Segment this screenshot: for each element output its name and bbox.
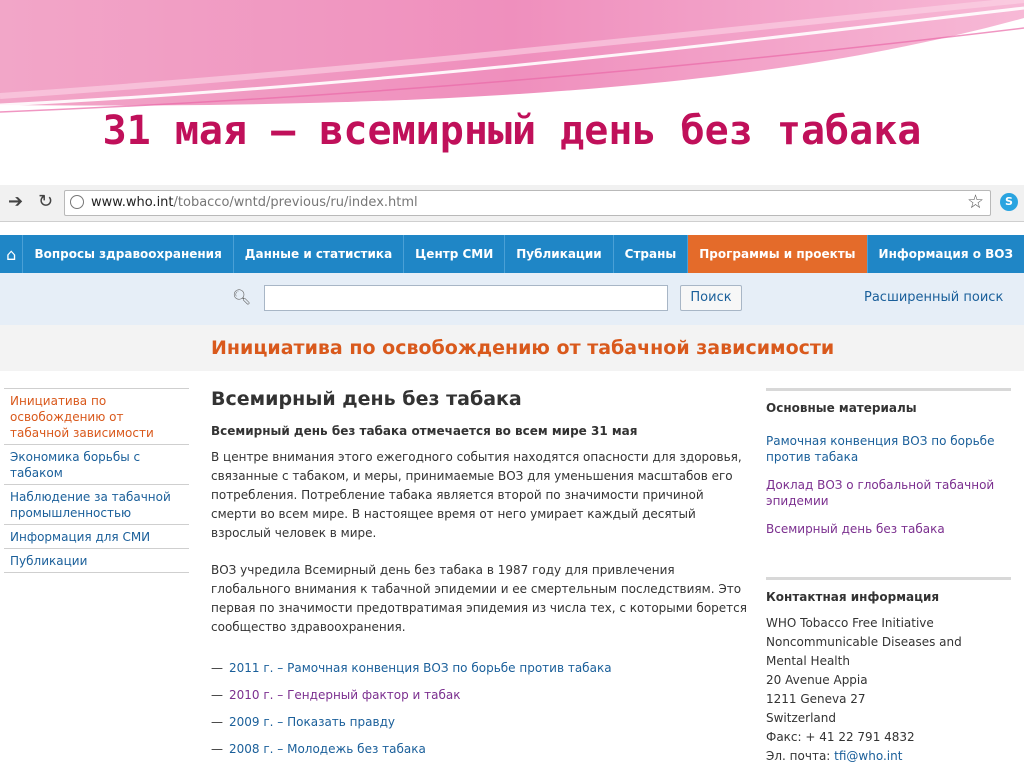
list-item: —2008 г. – Молодежь без табака [211, 742, 426, 756]
back-arrow-icon[interactable]: ➔ [8, 192, 23, 212]
sidebar: Инициатива по освобождению от табачной з… [4, 388, 189, 573]
nav-item-programmes[interactable]: Программы и проекты [688, 235, 868, 273]
right-column: Основные материалы Рамочная конвенция ВО… [766, 388, 1011, 766]
contact-line: Switzerland [766, 711, 836, 725]
search-band: 🔍︎ Поиск Расширенный поиск [0, 273, 1024, 325]
home-icon[interactable]: ⌂ [0, 235, 24, 273]
main-navigation: ⌂ Вопросы здравоохранения Данные и стати… [0, 235, 1024, 273]
star-icon[interactable]: ☆ [967, 191, 984, 213]
magnifier-icon: 🔍︎ [232, 288, 252, 306]
link-2009[interactable]: 2009 г. – Показать правду [229, 715, 395, 729]
reload-icon[interactable]: ↻ [38, 192, 53, 212]
nav-item-health-topics[interactable]: Вопросы здравоохранения [23, 235, 234, 273]
sidebar-item-media-info[interactable]: Информация для СМИ [4, 525, 189, 549]
section-title[interactable]: Инициатива по освобождению от табачной з… [211, 337, 834, 359]
contact-line: 20 Avenue Appia [766, 673, 868, 687]
material-link-global-report[interactable]: Доклад ВОЗ о глобальной табачной эпидеми… [766, 477, 1011, 509]
nav-item-countries[interactable]: Страны [614, 235, 689, 273]
email-link[interactable]: tfi@who.int [834, 749, 902, 763]
list-item: —2011 г. – Рамочная конвенция ВОЗ по бор… [211, 661, 612, 675]
nav-item-about-who[interactable]: Информация о ВОЗ [868, 235, 1024, 273]
contact-email-line: Эл. почта: tfi@who.int [766, 747, 1011, 766]
address-bar[interactable]: www.who.int/tobacco/wntd/previous/ru/ind… [64, 190, 991, 216]
url-host: www.who.int [91, 195, 174, 210]
list-item: —2009 г. – Показать правду [211, 715, 395, 729]
contact-info: WHO Tobacco Free Initiative Noncommunica… [766, 614, 1011, 766]
main-content: Всемирный день без табака Всемирный день… [211, 388, 751, 763]
sidebar-item-tobacco-free-initiative[interactable]: Инициатива по освобождению от табачной з… [4, 389, 189, 445]
materials-heading: Основные материалы [766, 388, 1011, 415]
search-button[interactable]: Поиск [680, 285, 742, 311]
section-band: Инициатива по освобождению от табачной з… [0, 325, 1024, 371]
nav-item-media-centre[interactable]: Центр СМИ [404, 235, 506, 273]
link-2011[interactable]: 2011 г. – Рамочная конвенция ВОЗ по борь… [229, 661, 612, 675]
url-text: www.who.int/tobacco/wntd/previous/ru/ind… [91, 195, 418, 210]
paragraph-2: ВОЗ учредила Всемирный день без табака в… [211, 563, 747, 634]
sidebar-item-economics[interactable]: Экономика борьбы с табаком [4, 445, 189, 485]
browser-screenshot: ➔ ↻ www.who.int/tobacco/wntd/previous/ru… [0, 185, 1024, 768]
nav-item-data-statistics[interactable]: Данные и статистика [234, 235, 405, 273]
contact-line: Mental Health [766, 654, 850, 668]
globe-icon [70, 195, 84, 209]
slide-decoration [0, 0, 1024, 113]
paragraph-1: В центре внимания этого ежегодного событ… [211, 450, 742, 540]
contact-line: WHO Tobacco Free Initiative [766, 616, 934, 630]
list-item: —2010 г. – Гендерный фактор и табак [211, 688, 461, 702]
nav-item-publications[interactable]: Публикации [505, 235, 614, 273]
sidebar-item-publications[interactable]: Публикации [4, 549, 189, 573]
contact-heading: Контактная информация [766, 577, 1011, 604]
skype-icon[interactable]: S [1000, 193, 1018, 211]
previous-years-list: —2011 г. – Рамочная конвенция ВОЗ по бор… [211, 655, 751, 763]
browser-toolbar: ➔ ↻ www.who.int/tobacco/wntd/previous/ru… [0, 185, 1024, 222]
contact-line: 1211 Geneva 27 [766, 692, 866, 706]
advanced-search-link[interactable]: Расширенный поиск [864, 290, 1003, 305]
material-link-wntd[interactable]: Всемирный день без табака [766, 521, 1011, 537]
page-heading: Всемирный день без табака [211, 388, 522, 410]
slide-title: 31 мая – всемирный день без табака [102, 108, 922, 154]
sidebar-item-industry-monitoring[interactable]: Наблюдение за табачной промышленностью [4, 485, 189, 525]
link-2008[interactable]: 2008 г. – Молодежь без табака [229, 742, 426, 756]
lead-text: Всемирный день без табака отмечается во … [211, 424, 638, 438]
email-label: Эл. почта: [766, 749, 835, 763]
link-2010[interactable]: 2010 г. – Гендерный фактор и табак [229, 688, 460, 702]
material-link-fctc[interactable]: Рамочная конвенция ВОЗ по борьбе против … [766, 433, 1011, 465]
search-input[interactable] [264, 285, 668, 311]
url-path: /tobacco/wntd/previous/ru/index.html [173, 195, 418, 210]
contact-line: Факс: + 41 22 791 4832 [766, 730, 915, 744]
contact-line: Noncommunicable Diseases and [766, 635, 962, 649]
